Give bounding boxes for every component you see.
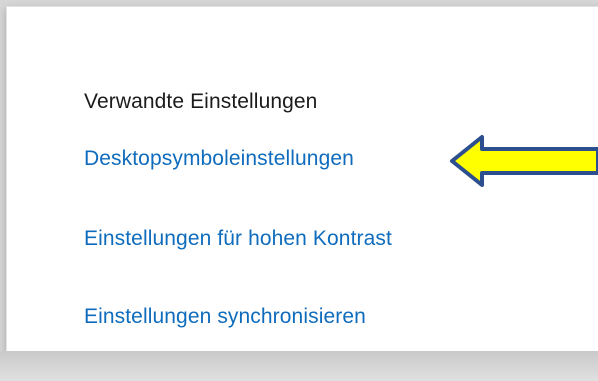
annotation-arrow [448, 133, 598, 189]
high-contrast-settings-link[interactable]: Einstellungen für hohen Kontrast [84, 227, 392, 251]
arrow-left-icon [450, 135, 598, 187]
desktop-icon-settings-link[interactable]: Desktopsymboleinstellungen [84, 147, 354, 171]
bottom-shadow [0, 351, 598, 381]
sync-settings-link[interactable]: Einstellungen synchronisieren [84, 305, 366, 329]
related-settings-heading: Verwandte Einstellungen [84, 90, 318, 113]
screenshot-stage: Verwandte Einstellungen Desktopsymbolein… [0, 0, 598, 381]
